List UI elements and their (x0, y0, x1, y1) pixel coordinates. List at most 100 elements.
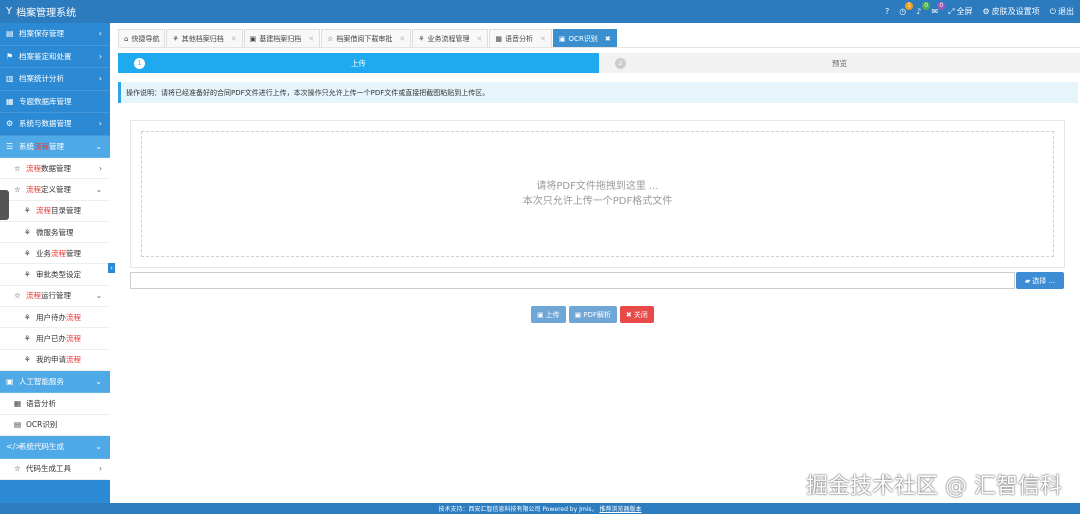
sidebar-subitem-user-done[interactable]: ⚘ 用户已办 流程 (0, 328, 110, 350)
messages-button[interactable]: ✉ 0 (931, 2, 946, 16)
chevron-down-icon: ⌄ (95, 141, 102, 151)
sidebar-item-code-gen[interactable]: </> 系统代码生成 ⌄ (0, 436, 110, 459)
instruction-note: 操作说明：请将已经准备好的合同PDF文件进行上传，本次操作只允许上传一个PDF文… (118, 82, 1078, 103)
tab-other-archive[interactable]: ⚘ 其他档案归档 ✕ (166, 29, 243, 47)
star-icon: ☆ (14, 464, 21, 474)
sidebar-item-topic-database[interactable]: ▦ 专题数据库管理 (0, 91, 110, 113)
leaf-icon: ⚘ (418, 34, 425, 43)
fullscreen-button[interactable]: ⤢ 全屏 (948, 6, 972, 17)
chevron-right-icon: › (99, 464, 102, 474)
tab-construction-archive[interactable]: ▣ 基建档案归档 ✕ (243, 29, 321, 47)
chevron-right-icon: › (98, 74, 102, 84)
sidebar-subitem-voice-analysis[interactable]: ▦ 语音分析 (0, 393, 110, 415)
star-icon: ☆ (14, 184, 21, 194)
ai-icon: ▣ (6, 377, 14, 387)
close-icon[interactable]: ✕ (477, 35, 483, 43)
close-icon[interactable]: ✕ (308, 35, 314, 43)
grid-icon: ▦ (14, 399, 22, 409)
sidebar-subitem-my-requests[interactable]: ⚘ 我的申请 流程 (0, 349, 110, 371)
sidebar-item-archive-appraisal[interactable]: ⚑ 档案鉴定和处置 › (0, 46, 110, 68)
leaf-icon: ⚘ (24, 227, 31, 237)
sidebar-subitem-flow-run[interactable]: ☆ 流程 运行管理 ⌄ (0, 285, 110, 308)
close-button[interactable]: ✖ 关闭 (619, 306, 654, 323)
sidebar-item-archive-statistics[interactable]: ▥ 档案统计分析 › (0, 68, 110, 91)
sidebar-subitem-ocr[interactable]: ▤ OCR识别 (0, 414, 110, 437)
leaf-icon: ⚘ (24, 270, 31, 280)
sidebar-item-ai-services[interactable]: ▣ 人工智能服务 ⌄ (0, 370, 110, 394)
brand: Y 档案管理系统 (6, 0, 76, 23)
bell-icon: ♪ (916, 7, 922, 16)
close-icon[interactable]: ✖ (605, 35, 611, 43)
list-icon: ▤ (6, 29, 14, 39)
leaf-icon: ⚘ (172, 34, 179, 43)
tasks-badge: 1 (905, 2, 914, 10)
tab-business-flow[interactable]: ⚘ 业务流程管理 ✕ (412, 29, 489, 47)
cogs-icon: ⚙ (6, 119, 14, 129)
sidebar-subitem-microservice[interactable]: ⚘ 微服务管理 (0, 221, 110, 244)
menu-icon: ☰ (6, 141, 14, 151)
logo-icon: Y (6, 6, 13, 17)
sidebar: ▤ 档案保存管理 › ⚑ 档案鉴定和处置 › ▥ 档案统计分析 › ▦ 专题数据库管理 ⚙ 系统… (0, 23, 110, 503)
sidebar-subitem-flow-data[interactable]: ☆ 流程 数据管理 › (0, 158, 110, 180)
leaf-icon: ⚘ (24, 206, 31, 216)
tab-quick-nav[interactable]: ⌂ 快捷导航 (118, 29, 166, 47)
pdf-parse-button[interactable]: ▣ PDF解析 (568, 306, 617, 323)
tab-voice-analysis[interactable]: ▦ 语音分析 ✕ (489, 29, 552, 47)
upload-button[interactable]: ▣ 上传 (531, 306, 566, 323)
leaf-icon: ⚘ (24, 312, 31, 322)
step-upload[interactable]: 1 上传 (118, 53, 599, 73)
sidebar-subitem-user-todo[interactable]: ⚘ 用户待办 流程 (0, 307, 110, 329)
help-button[interactable]: ? (885, 7, 889, 16)
flag-icon: ⚑ (6, 51, 14, 61)
star-icon: ☆ (327, 34, 334, 43)
grid-icon: ▦ (495, 34, 503, 43)
left-drag-handle[interactable] (0, 190, 9, 220)
close-icon[interactable]: ✕ (399, 35, 405, 43)
chevron-right-icon: › (98, 51, 102, 61)
power-icon: ⏻ (1049, 6, 1056, 16)
tasks-button[interactable]: ◷ 1 (899, 2, 914, 16)
notifications-button[interactable]: ♪ 0 (916, 2, 931, 16)
database-icon: ▦ (6, 96, 14, 106)
sidebar-item-archive-storage[interactable]: ▤ 档案保存管理 › (0, 23, 110, 46)
step-progress: 1 上传 2 预览 (118, 53, 1080, 73)
home-icon: ⌂ (124, 34, 129, 43)
sidebar-subitem-flow-define[interactable]: ☆ 流程 定义管理 ⌄ (0, 179, 110, 201)
sidebar-item-system-data[interactable]: ⚙ 系统与数据管理 › (0, 113, 110, 136)
sidebar-subitem-approval-type[interactable]: ⚘ 审批类型设定 (0, 264, 110, 286)
sidebar-collapse-toggle[interactable]: › (108, 263, 115, 273)
tab-borrow-approval[interactable]: ☆ 档案借阅下载审批 ✕ (321, 29, 412, 47)
star-icon: ☆ (14, 291, 21, 301)
step-number: 1 (134, 57, 145, 69)
sidebar-item-system-flow[interactable]: ☰ 系统 流程 管理 ⌄ (0, 135, 110, 158)
tab-ocr[interactable]: ▣ OCR识别 ✖ (552, 29, 617, 47)
upload-icon: ▣ (537, 310, 544, 319)
top-bar: Y 档案管理系统 ? ◷ 1 ♪ 0 ✉ 0 ⤢ 全屏 ⚙ 皮肤及设置项 ⏻ 退出 (0, 0, 1080, 23)
skin-settings-button[interactable]: ⚙ 皮肤及设置项 (983, 6, 1040, 17)
chevron-right-icon: › (99, 163, 102, 173)
box-icon: ▣ (249, 34, 257, 43)
sidebar-subitem-flow-catalog[interactable]: ⚘ 流程 目录管理 (0, 200, 110, 222)
choose-file-button[interactable]: ▰ 选择 ... (1016, 272, 1064, 289)
upload-panel: 请将PDF文件拖拽到这里 ... 本次只允许上传一个PDF格式文件 (130, 120, 1065, 268)
close-icon[interactable]: ✕ (540, 35, 546, 43)
chevron-right-icon: › (98, 29, 102, 39)
sidebar-subitem-business-flow[interactable]: ⚘ 业务 流程 管理 (0, 243, 110, 265)
sidebar-subitem-code-tool[interactable]: ☆ 代码生成工具 › (0, 458, 110, 480)
footer: 技术支持：西安汇智信息科技有限公司 Powered by Jmis， 推荐浏览器版… (0, 503, 1080, 514)
chevron-right-icon: › (98, 119, 102, 129)
close-icon[interactable]: ✕ (231, 35, 237, 43)
tab-bar: ⌂ 快捷导航 ⚘ 其他档案归档 ✕ ▣ 基建档案归档 ✕ ☆ 档案借阅下载审批 ✕ ⚘ 业务流程… (118, 29, 1080, 48)
file-drop-zone[interactable]: 请将PDF文件拖拽到这里 ... 本次只允许上传一个PDF格式文件 (141, 131, 1054, 257)
step-preview[interactable]: 2 预览 (599, 53, 1080, 73)
logout-button[interactable]: ⏻ 退出 (1050, 6, 1074, 17)
messages-badge: 0 (937, 2, 946, 10)
leaf-icon: ⚘ (24, 334, 31, 344)
code-icon: </> (6, 442, 23, 452)
footer-text: 技术支持：西安汇智信息科技有限公司 Powered by Jmis， (438, 506, 598, 513)
star-icon: ☆ (14, 163, 21, 173)
file-path-input[interactable] (130, 272, 1015, 289)
browser-link[interactable]: 推荐浏览器版本 (599, 504, 641, 513)
gear-icon: ⚙ (982, 7, 990, 16)
close-icon: ✖ (625, 310, 632, 319)
